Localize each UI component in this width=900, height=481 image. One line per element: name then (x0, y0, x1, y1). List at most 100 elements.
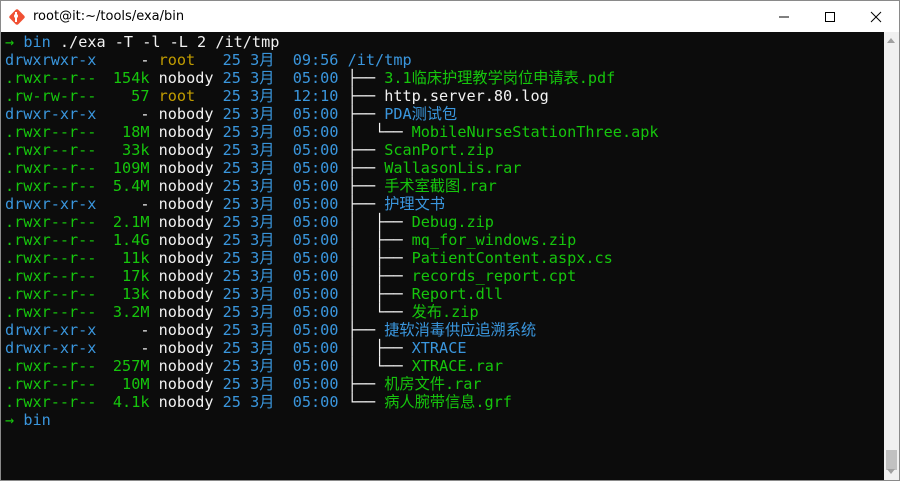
date-month: 3月 (250, 231, 275, 249)
date-time: 05:00 (292, 141, 339, 159)
permissions: .r (5, 303, 24, 321)
date-month: 3月 (250, 339, 275, 357)
permissions-rest: wxr--r-- (23, 393, 97, 411)
date-time: 09:56 (292, 51, 339, 69)
owner: nobody (158, 105, 214, 123)
date-day: 25 (222, 123, 241, 141)
terminal-output[interactable]: → bin ./exa -T -l -L 2 /it/tmp drwxrwxr-… (1, 32, 884, 480)
owner: nobody (158, 321, 214, 339)
final-prompt-arrow: → (5, 411, 15, 429)
date-month: 3月 (250, 51, 275, 69)
date-day: 25 (222, 69, 241, 87)
file-size: - (140, 321, 150, 339)
date-day: 25 (222, 105, 241, 123)
listing-row: .rwxr--r-- 17k nobody 25 3月 05:00 │ ├── … (5, 267, 576, 285)
listing-row: .rwxr--r-- 18M nobody 25 3月 05:00 │ └── … (5, 123, 659, 141)
permissions: .r (5, 159, 24, 177)
file-size: 257M (112, 357, 150, 375)
owner: nobody (158, 375, 214, 393)
file-size: - (140, 339, 150, 357)
listing-row: .rwxr--r-- 5.4M nobody 25 3月 05:00 ├── 手… (5, 177, 497, 195)
date-time: 05:00 (292, 213, 339, 231)
file-size: - (140, 195, 150, 213)
permissions: .r (5, 393, 24, 411)
date-day: 25 (222, 159, 241, 177)
owner: nobody (158, 339, 214, 357)
minimize-button[interactable] (761, 1, 807, 32)
directory-name: /it/tmp (347, 51, 412, 69)
permissions: .r (5, 141, 24, 159)
file-size: 2.1M (112, 213, 150, 231)
date-day: 25 (222, 51, 241, 69)
listing-row: drwxr-xr-x - nobody 25 3月 05:00 ├── 捷软消毒… (5, 321, 536, 339)
date-time: 05:00 (292, 375, 339, 393)
permissions-rest: wxr--r-- (23, 213, 97, 231)
file-size: 1.4G (112, 231, 150, 249)
tree-branch: ├── (347, 141, 385, 159)
tree-branch: │ ├── (347, 267, 412, 285)
title-bar[interactable]: root@it:~/tools/exa/bin (1, 1, 899, 32)
date-time: 05:00 (292, 159, 339, 177)
listing-row: .rwxr--r-- 1.4G nobody 25 3月 05:00 │ ├──… (5, 231, 576, 249)
file-name: MobileNurseStationThree.apk (411, 123, 659, 141)
date-time: 05:00 (292, 267, 339, 285)
directory-name: 捷软消毒供应追溯系统 (384, 321, 537, 339)
date-day: 25 (222, 267, 241, 285)
listing-row: drwxr-xr-x - nobody 25 3月 05:00 ├── PDA测… (5, 105, 457, 123)
permissions: drwxr-xr-x (5, 321, 97, 339)
date-month: 3月 (250, 249, 275, 267)
permissions: .rw-rw-r-- (5, 87, 97, 105)
date-month: 3月 (250, 393, 275, 411)
window-controls (761, 1, 899, 32)
file-size: - (140, 51, 150, 69)
file-size: 109M (112, 159, 150, 177)
permissions-rest: wxr--r-- (23, 249, 97, 267)
listing-row: drwxrwxr-x - root 25 3月 09:56 /it/tmp (5, 51, 412, 69)
owner: nobody (158, 141, 214, 159)
file-size: 57 (131, 87, 150, 105)
listing-row: .rwxr--r-- 13k nobody 25 3月 05:00 │ ├── … (5, 285, 503, 303)
file-name: PatientContent.aspx.cs (411, 249, 613, 267)
tree-branch: ├── (347, 69, 385, 87)
file-name: 发布.zip (411, 303, 479, 321)
file-name: 手术室截图.rar (384, 177, 497, 195)
tree-branch: │ ├── (347, 249, 412, 267)
tree-branch: │ └── (347, 357, 412, 375)
permissions: .r (5, 123, 24, 141)
permissions: drwxr-xr-x (5, 339, 97, 357)
date-time: 05:00 (292, 303, 339, 321)
directory-name: XTRACE (411, 339, 467, 357)
tree-branch: └── (347, 393, 385, 411)
date-day: 25 (222, 393, 241, 411)
file-name: WallasonLis.rar (384, 159, 522, 177)
listing-row: .rwxr--r-- 3.2M nobody 25 3月 05:00 │ └──… (5, 303, 479, 321)
vertical-scrollbar[interactable] (884, 32, 899, 480)
date-day: 25 (222, 339, 241, 357)
scrollbar-thumb[interactable] (886, 450, 897, 470)
permissions: .r (5, 267, 24, 285)
date-month: 3月 (250, 195, 275, 213)
listing-row: .rwxr--r-- 109M nobody 25 3月 05:00 ├── W… (5, 159, 521, 177)
scroll-down-icon[interactable] (887, 469, 895, 474)
listing-row: .rwxr--r-- 33k nobody 25 3月 05:00 ├── Sc… (5, 141, 494, 159)
permissions-rest: wxr--r-- (23, 285, 97, 303)
tree-branch: ├── (347, 177, 385, 195)
close-button[interactable] (853, 1, 899, 32)
file-name: ScanPort.zip (384, 141, 494, 159)
maximize-icon (825, 11, 835, 22)
maximize-button[interactable] (807, 1, 853, 32)
prompt-dir: bin (23, 33, 51, 51)
date-time: 05:00 (292, 249, 339, 267)
permissions-rest: wxr--r-- (23, 303, 97, 321)
tree-branch: │ ├── (347, 339, 412, 357)
terminal-window: root@it:~/tools/exa/bin → bin ./exa -T -… (0, 0, 900, 481)
tree-branch: │ └── (347, 123, 412, 141)
file-name: Report.dll (411, 285, 504, 303)
date-day: 25 (222, 321, 241, 339)
permissions: drwxr-xr-x (5, 105, 97, 123)
permissions: .r (5, 177, 24, 195)
directory-name: 护理文书 (384, 195, 445, 213)
file-size: 4.1k (112, 393, 150, 411)
owner: nobody (158, 267, 214, 285)
scroll-up-icon[interactable] (887, 38, 895, 43)
